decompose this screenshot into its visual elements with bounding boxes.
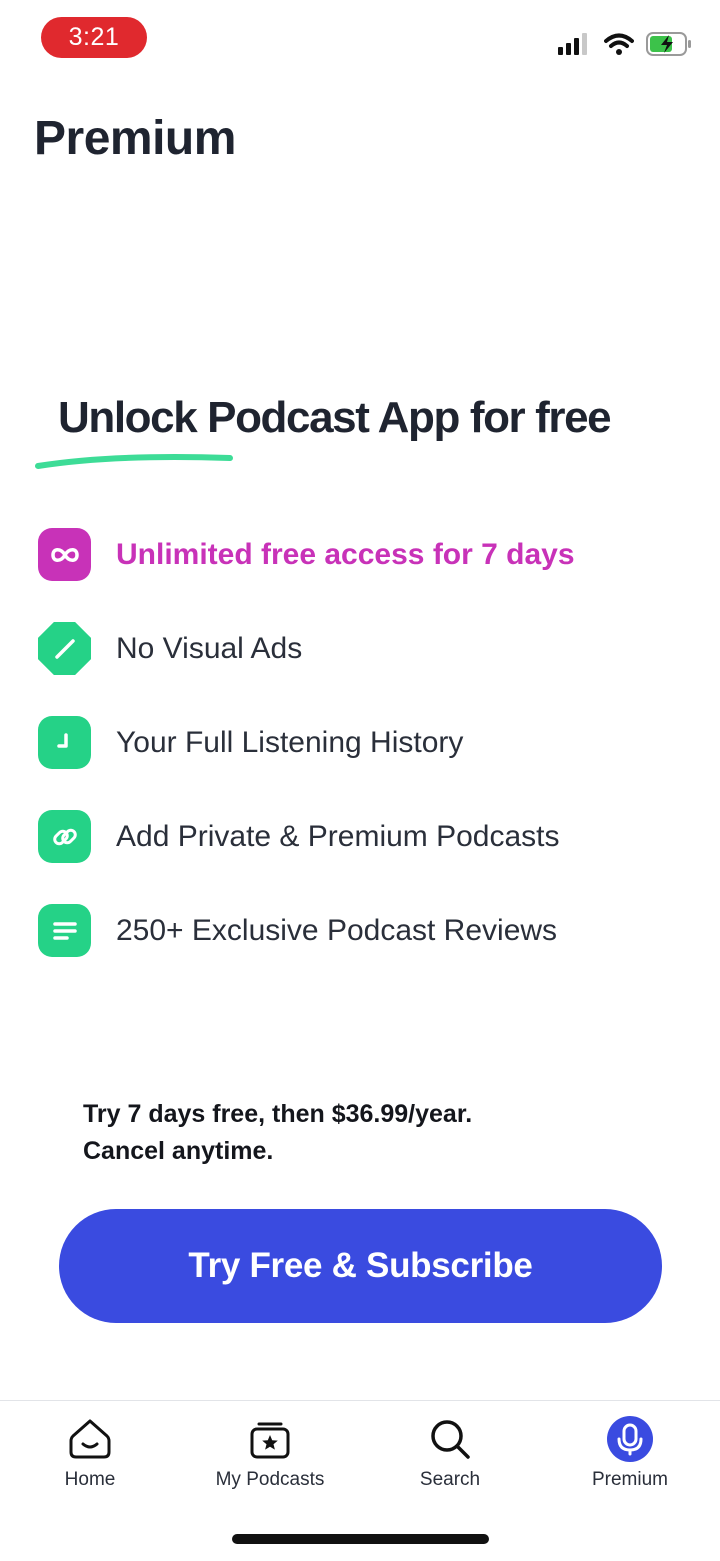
feature-label: Add Private & Premium Podcasts (116, 820, 560, 853)
feature-item-exclusive-reviews: 250+ Exclusive Podcast Reviews (38, 904, 575, 998)
feature-label: No Visual Ads (116, 632, 303, 665)
try-free-subscribe-button[interactable]: Try Free & Subscribe (59, 1209, 662, 1323)
clock-icon (38, 716, 91, 769)
tab-my-podcasts[interactable]: My Podcasts (180, 1415, 360, 1495)
feature-label: 250+ Exclusive Podcast Reviews (116, 914, 558, 947)
feature-item-listening-history: Your Full Listening History (38, 716, 575, 810)
search-icon (426, 1415, 474, 1463)
wifi-icon (604, 33, 634, 55)
link-icon (38, 810, 91, 863)
tab-label: Home (64, 1469, 116, 1490)
premium-mic-icon (606, 1415, 654, 1463)
home-indicator (232, 1534, 489, 1544)
tab-home[interactable]: Home (0, 1415, 180, 1495)
pricing-line-trial: Try 7 days free, then $36.99/year. (83, 1100, 473, 1128)
headline: Unlock Podcast App for free (58, 393, 612, 442)
reviews-icon (38, 904, 91, 957)
status-icons (558, 28, 692, 60)
tab-label: Premium (591, 1469, 668, 1490)
status-time: 3:21 (41, 17, 147, 58)
feature-item-private-podcasts: Add Private & Premium Podcasts (38, 810, 575, 904)
feature-label: Unlimited free access for 7 days (116, 538, 575, 571)
tab-premium[interactable]: Premium (540, 1415, 720, 1495)
pricing-line-cancel: Cancel anytime. (83, 1137, 274, 1165)
signal-icon (558, 33, 592, 55)
page-title: Premium (34, 112, 236, 165)
battery-charging-icon (646, 32, 692, 56)
pricing-text: Try 7 days free, then $36.99/year. Cance… (83, 1096, 643, 1170)
tab-search[interactable]: Search (360, 1415, 540, 1495)
feature-item-unlimited-access: Unlimited free access for 7 days (38, 528, 575, 622)
feature-list: Unlimited free access for 7 days No Visu… (38, 528, 575, 998)
tab-label: Search (419, 1469, 481, 1490)
feature-item-no-ads: No Visual Ads (38, 622, 575, 716)
my-podcasts-icon (246, 1415, 294, 1463)
feature-label: Your Full Listening History (116, 726, 464, 759)
tab-label: My Podcasts (215, 1469, 325, 1490)
headline-underline (35, 454, 233, 469)
infinity-icon (38, 528, 91, 581)
home-icon (66, 1415, 114, 1463)
no-ads-icon (38, 622, 91, 675)
